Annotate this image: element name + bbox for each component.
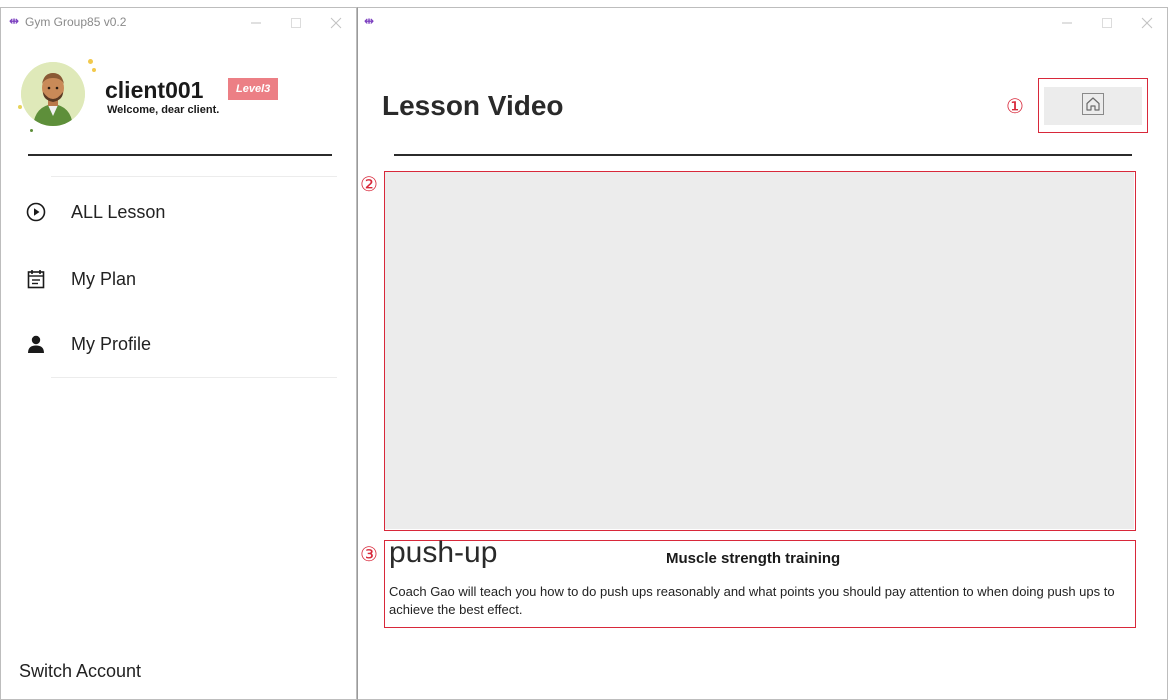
close-icon[interactable] [316,8,356,38]
close-icon[interactable] [1127,8,1167,38]
nav-item-my-profile[interactable]: My Profile [1,322,341,366]
divider [51,176,337,177]
page-title: Lesson Video [382,90,564,121]
right-window: ⇹ Lesson Video ① ② ③ push-up Muscle stre… [357,7,1168,700]
decoration-dot [30,129,33,132]
lesson-name: push-up [389,536,498,569]
lesson-description: Coach Gao will teach you how to do push … [389,584,1115,617]
nav-label: My Profile [71,333,152,354]
annotation-marker-3: ③ [360,542,378,566]
nav-label: ALL Lesson [71,201,166,222]
left-titlebar: ⇹ Gym Group85 v0.2 [1,8,356,38]
avatar [21,62,85,126]
username: client001 [105,77,204,103]
window-controls [1047,8,1167,38]
welcome-text: Welcome, dear client. [107,104,220,116]
minimize-icon[interactable] [1047,8,1087,38]
home-button[interactable] [1044,87,1142,125]
annotation-marker-1: ① [1006,94,1024,118]
window-controls [236,8,356,38]
minimize-icon[interactable] [236,8,276,38]
nav-label: My Plan [71,268,137,289]
calendar-icon [25,268,47,290]
annotation-marker-2: ② [360,172,378,196]
divider [28,154,332,156]
dumbbell-icon: ⇹ [364,14,374,28]
play-circle-icon [25,201,47,223]
right-titlebar: ⇹ [358,8,1167,38]
switch-account-link[interactable]: Switch Account [19,661,141,682]
decoration-dot [18,105,22,109]
divider [394,154,1132,156]
decoration-dot [88,59,93,64]
dumbbell-icon: ⇹ [9,14,19,28]
left-window: ⇹ Gym Group85 v0.2 client001 Level3 Welc… [0,7,357,700]
window-title: Gym Group85 v0.2 [25,15,127,29]
home-icon [1082,92,1104,120]
divider [51,377,337,378]
nav-item-all-lesson[interactable]: ALL Lesson [1,190,341,234]
user-icon [25,333,47,355]
decoration-dot [92,68,96,72]
level-badge: Level3 [228,78,279,100]
maximize-icon[interactable] [276,8,316,38]
lesson-category: Muscle strength training [666,550,841,567]
nav-item-my-plan[interactable]: My Plan [1,257,341,301]
annotation-box-2 [384,171,1136,531]
maximize-icon[interactable] [1087,8,1127,38]
